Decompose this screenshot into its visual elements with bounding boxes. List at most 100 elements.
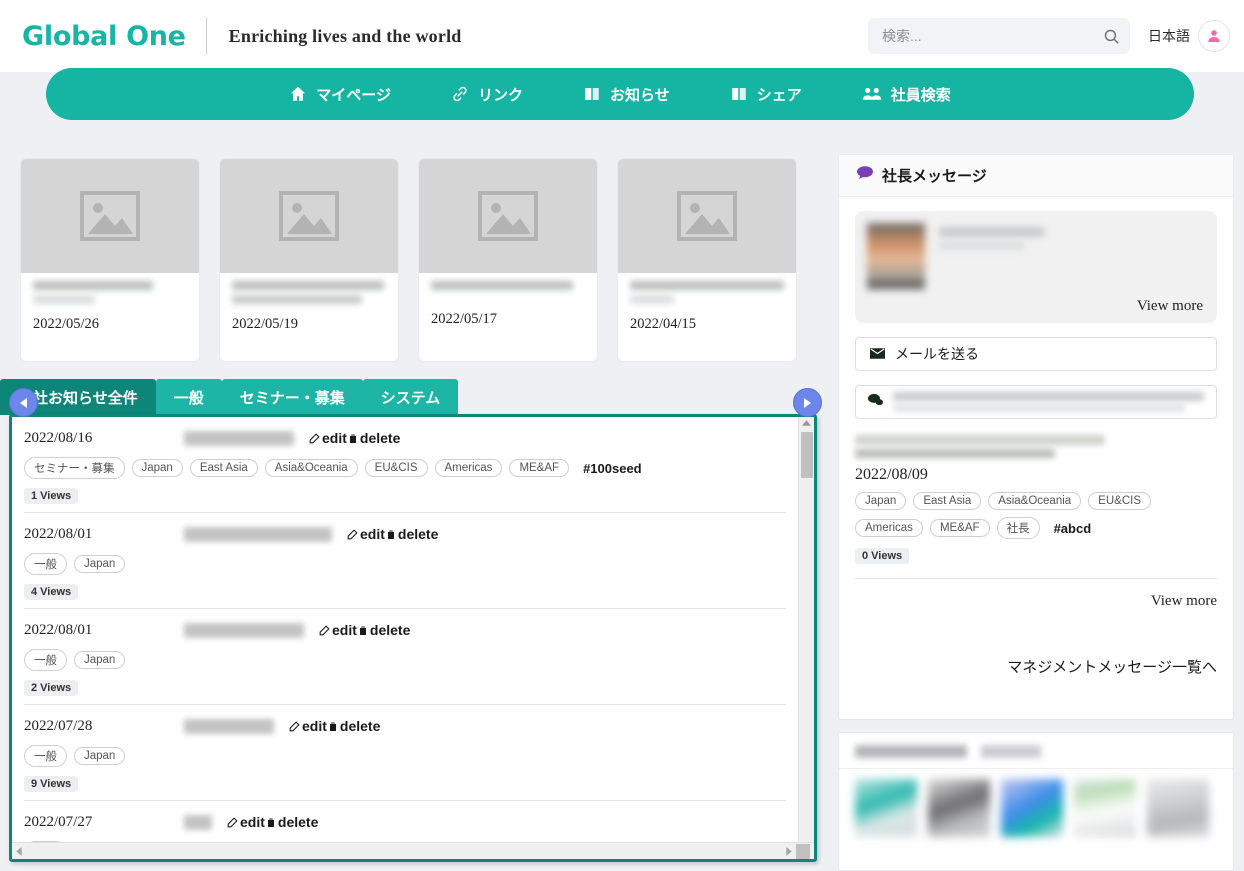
news-vertical-scrollbar[interactable] xyxy=(798,417,814,842)
nav-item-employee-search[interactable]: 社員検索 xyxy=(862,84,951,105)
management-message-list-link[interactable]: マネジメントメッセージ一覧へ xyxy=(855,656,1217,677)
redacted-chat-text xyxy=(893,392,1204,401)
tab-seminar[interactable]: セミナー・募集 xyxy=(221,379,363,415)
chevron-left-icon xyxy=(20,397,27,408)
tag[interactable]: East Asia xyxy=(189,459,258,477)
thumbnail-item[interactable] xyxy=(1074,779,1136,837)
tag[interactable]: East Asia xyxy=(913,492,982,510)
tag[interactable]: セミナー・募集 xyxy=(24,457,125,479)
news-list-item[interactable]: 2022/08/16 edit delete セミナー・募集 Japan Eas… xyxy=(24,417,786,513)
tag[interactable]: Japan xyxy=(855,492,907,510)
delete-button[interactable]: delete xyxy=(265,814,318,830)
tag[interactable]: 社長 xyxy=(996,517,1040,539)
edit-button[interactable]: edit xyxy=(226,814,265,830)
tag[interactable]: 一般 xyxy=(24,649,67,671)
redacted-title xyxy=(630,295,674,304)
redacted-panel-title xyxy=(855,745,967,758)
tag[interactable]: Japan xyxy=(74,555,126,573)
image-placeholder-icon xyxy=(220,159,398,273)
views-badge: 9 Views xyxy=(24,776,79,792)
edit-button[interactable]: edit xyxy=(288,718,327,734)
edit-button[interactable]: edit xyxy=(308,430,347,446)
tag[interactable]: ME&AF xyxy=(509,459,570,477)
tag[interactable]: EU&CIS xyxy=(1088,492,1151,510)
app-logo[interactable]: Global One xyxy=(22,21,186,52)
redacted-title xyxy=(630,281,784,290)
search-box[interactable] xyxy=(868,18,1130,54)
delete-button[interactable]: delete xyxy=(357,622,410,638)
avatar[interactable] xyxy=(1198,20,1230,52)
nav-item-news[interactable]: お知らせ xyxy=(583,84,670,105)
tag[interactable]: ME&AF xyxy=(929,519,990,537)
app-header: Global One Enriching lives and the world… xyxy=(0,0,1244,72)
tag[interactable]: Americas xyxy=(434,459,503,477)
tag[interactable]: EU&CIS xyxy=(364,459,428,477)
nav-item-mypage[interactable]: マイページ xyxy=(289,84,391,105)
news-list-item[interactable]: 2022/07/27 edit delete xyxy=(24,801,786,842)
tab-general[interactable]: 一般 xyxy=(155,379,222,415)
send-mail-button[interactable]: メールを送る xyxy=(855,337,1217,371)
news-item-tags: 一般 Japan xyxy=(24,649,786,671)
search-input[interactable] xyxy=(882,28,1103,44)
tag[interactable]: 一般 xyxy=(24,553,67,575)
trash-icon xyxy=(359,626,366,635)
thumbnail-item[interactable] xyxy=(1001,779,1063,837)
thumbnail-item[interactable] xyxy=(855,779,917,837)
delete-button[interactable]: delete xyxy=(347,430,400,446)
hashtag[interactable]: #abcd xyxy=(1054,521,1092,536)
carousel-card-date: 2022/05/19 xyxy=(232,316,299,332)
hashtag[interactable]: #100seed xyxy=(583,461,642,476)
link-icon xyxy=(451,85,469,103)
header-right: 日本語 xyxy=(868,18,1230,54)
search-icon[interactable] xyxy=(1103,28,1120,45)
carousel-next-button[interactable] xyxy=(793,388,822,417)
thumbnail-item[interactable] xyxy=(928,779,990,837)
tab-system[interactable]: システム xyxy=(362,379,459,415)
scroll-up-arrow-icon xyxy=(802,420,811,426)
chat-message-box[interactable] xyxy=(855,385,1217,419)
view-more-link[interactable]: View more xyxy=(855,593,1217,610)
tag[interactable]: Asia&Oceania xyxy=(988,492,1082,510)
view-more-link[interactable]: View more xyxy=(1137,298,1203,315)
nav-item-share[interactable]: シェア xyxy=(730,84,802,105)
redacted-name xyxy=(939,241,1024,250)
news-item-head: 2022/07/27 edit delete xyxy=(24,811,786,833)
news-item-tags: セミナー・募集 Japan East Asia Asia&Oceania EU&… xyxy=(24,457,786,479)
carousel-card[interactable]: 2022/05/17 xyxy=(419,159,597,361)
delete-button[interactable]: delete xyxy=(327,718,380,734)
tag[interactable]: Americas xyxy=(855,519,923,537)
edit-button[interactable]: edit xyxy=(318,622,357,638)
news-scroll-area: 2022/08/16 edit delete セミナー・募集 Japan Eas… xyxy=(12,417,814,842)
language-selector[interactable]: 日本語 xyxy=(1148,26,1190,46)
edit-button[interactable]: edit xyxy=(346,526,385,542)
news-item-actions: edit delete xyxy=(318,622,410,638)
trash-icon xyxy=(267,818,274,827)
image-placeholder-icon xyxy=(21,159,199,273)
panel-title: 社長メッセージ xyxy=(882,168,987,185)
envelope-icon xyxy=(870,346,885,362)
ceo-card[interactable]: View more xyxy=(855,211,1217,323)
nav-label: 社員検索 xyxy=(890,86,951,104)
tag[interactable]: 一般 xyxy=(24,745,67,767)
thumbnail-item[interactable] xyxy=(1147,779,1209,837)
home-icon xyxy=(289,85,307,103)
news-list-item[interactable]: 2022/07/28 edit delete 一般 Japan 9 Views xyxy=(24,705,786,801)
scrollbar-thumb[interactable] xyxy=(800,432,813,478)
news-horizontal-scrollbar[interactable] xyxy=(12,842,814,859)
news-list-item[interactable]: 2022/08/01 edit delete xyxy=(24,513,786,609)
carousel-card[interactable]: 2022/04/15 xyxy=(618,159,796,361)
nav-item-link[interactable]: リンク xyxy=(451,84,523,105)
carousel-card[interactable]: 2022/05/26 xyxy=(21,159,199,361)
ceo-panel-header: 社長メッセージ xyxy=(839,155,1233,197)
tag[interactable]: Japan xyxy=(74,651,126,669)
tag[interactable]: Japan xyxy=(74,747,126,765)
pencil-icon xyxy=(227,816,238,827)
ceo-panel-body: View more メールを送る 2022/08/09 Japan East A… xyxy=(839,197,1233,691)
carousel-prev-button[interactable] xyxy=(9,388,38,417)
delete-button[interactable]: delete xyxy=(385,526,438,542)
redacted-title xyxy=(33,295,95,304)
tag[interactable]: Japan xyxy=(131,459,183,477)
tag[interactable]: Asia&Oceania xyxy=(264,459,358,477)
news-list-item[interactable]: 2022/08/01 edit delete xyxy=(24,609,786,705)
carousel-card[interactable]: 2022/05/19 xyxy=(220,159,398,361)
